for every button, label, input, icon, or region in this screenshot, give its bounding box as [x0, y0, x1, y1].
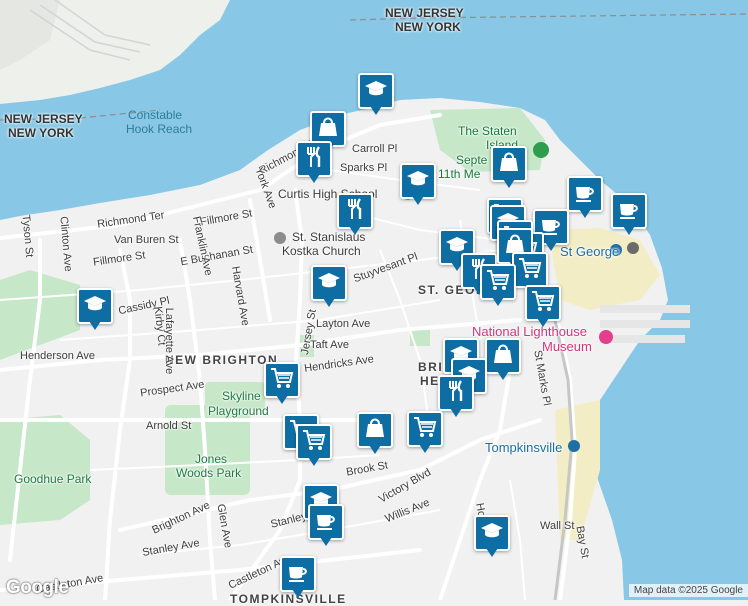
shopping-bag-icon — [497, 150, 521, 179]
state-label-new-york-top: NEW YORK — [395, 20, 461, 34]
coffee-cup-icon — [314, 508, 338, 537]
fork-knife-icon — [343, 197, 367, 226]
map-marker-grocery[interactable] — [407, 411, 443, 455]
park-label-playground: Playground — [208, 404, 269, 418]
map-marker-school[interactable] — [400, 163, 436, 207]
shopping-cart-icon — [413, 415, 437, 444]
shopping-bag-icon — [363, 416, 387, 445]
map-marker-school[interactable] — [358, 73, 394, 117]
poi-label-memorial-2[interactable]: 11th Me — [438, 167, 480, 181]
map-marker-shopping[interactable] — [357, 412, 393, 456]
state-label-new-york-left: NEW YORK — [8, 126, 74, 140]
shopping-bag-icon — [316, 115, 340, 144]
coffee-cup-icon — [573, 180, 597, 209]
street-label: Henderson Ave — [20, 350, 96, 362]
map-marker-restaurant[interactable] — [337, 193, 373, 237]
fork-knife-icon — [444, 379, 468, 408]
poi-label-memorial-1[interactable]: Septe — [456, 153, 487, 167]
map-marker-restaurant[interactable] — [296, 141, 332, 185]
water-label-constable: Constable — [128, 108, 183, 122]
fork-knife-icon — [302, 145, 326, 174]
shopping-cart-icon — [486, 268, 510, 297]
map-marker-cafe[interactable] — [280, 556, 316, 600]
map-marker-grocery[interactable] — [296, 424, 332, 468]
map-marker-cafe[interactable] — [611, 193, 647, 237]
map-marker-shopping[interactable] — [485, 338, 521, 382]
street-label: Arnold St — [146, 420, 192, 432]
shopping-cart-icon — [302, 428, 326, 457]
park-label-woods-park: Woods Park — [176, 466, 242, 480]
water-label-hook-reach: Hook Reach — [126, 122, 193, 136]
lighthouse-museum-icon — [599, 330, 613, 344]
tompkinsville-station-icon — [568, 440, 580, 452]
park-label-skyline: Skyline — [222, 389, 261, 403]
area-label-new-brighton: NEW BRIGHTON — [165, 353, 279, 367]
street-label: Sparks Pl — [340, 162, 388, 174]
map-marker-school[interactable] — [474, 515, 510, 559]
map-marker-grocery[interactable] — [525, 285, 561, 329]
map-attribution[interactable]: Map data ©2025 Google — [628, 584, 748, 597]
map-marker-grocery[interactable] — [264, 362, 300, 406]
map-marker-cafe[interactable] — [308, 504, 344, 548]
shopping-cart-icon — [518, 256, 542, 285]
map-marker-grocery[interactable] — [480, 264, 516, 308]
park-tree-icon — [533, 142, 549, 158]
map-marker-shopping[interactable] — [491, 146, 527, 190]
graduation-cap-icon — [83, 292, 107, 321]
graduation-cap-icon — [480, 519, 504, 548]
church-icon — [274, 232, 286, 244]
graduation-cap-icon — [364, 77, 388, 106]
ferry-icon — [627, 242, 639, 254]
shopping-cart-icon — [531, 289, 555, 318]
park-label-goodhue: Goodhue Park — [14, 472, 92, 486]
goodhue-park — [0, 415, 90, 525]
google-logo[interactable]: Google — [6, 577, 69, 599]
coffee-cup-icon — [617, 197, 641, 226]
street-label: Wall St — [540, 520, 575, 532]
coffee-cup-icon — [286, 560, 310, 589]
street-label: Carroll Pl — [352, 143, 398, 155]
map-marker-school[interactable] — [311, 265, 347, 309]
shopping-cart-icon — [270, 366, 294, 395]
state-label-new-jersey-left: NEW JERSEY — [4, 112, 83, 126]
street-label: Van Buren St — [114, 234, 179, 246]
poi-label-lighthouse-2[interactable]: Museum — [542, 339, 592, 354]
street-label: Lafayette Ave — [163, 307, 176, 375]
poi-label-tompkinsville[interactable]: Tompkinsville — [485, 440, 562, 455]
state-label-new-jersey-top: NEW JERSEY — [385, 6, 464, 20]
graduation-cap-icon — [317, 269, 341, 298]
park-label-jones: Jones — [195, 452, 228, 466]
poi-label-kostka-2[interactable]: Kostka Church — [282, 244, 361, 258]
street-label: Taft Ave — [310, 339, 349, 351]
map-marker-school[interactable] — [77, 288, 113, 332]
map-marker-restaurant[interactable] — [438, 375, 474, 419]
map-marker-cafe[interactable] — [567, 176, 603, 220]
poi-label-staten[interactable]: The Staten — [458, 124, 517, 138]
street-label: Layton Ave — [316, 318, 371, 330]
graduation-cap-icon — [406, 167, 430, 196]
shopping-bag-icon — [491, 342, 515, 371]
